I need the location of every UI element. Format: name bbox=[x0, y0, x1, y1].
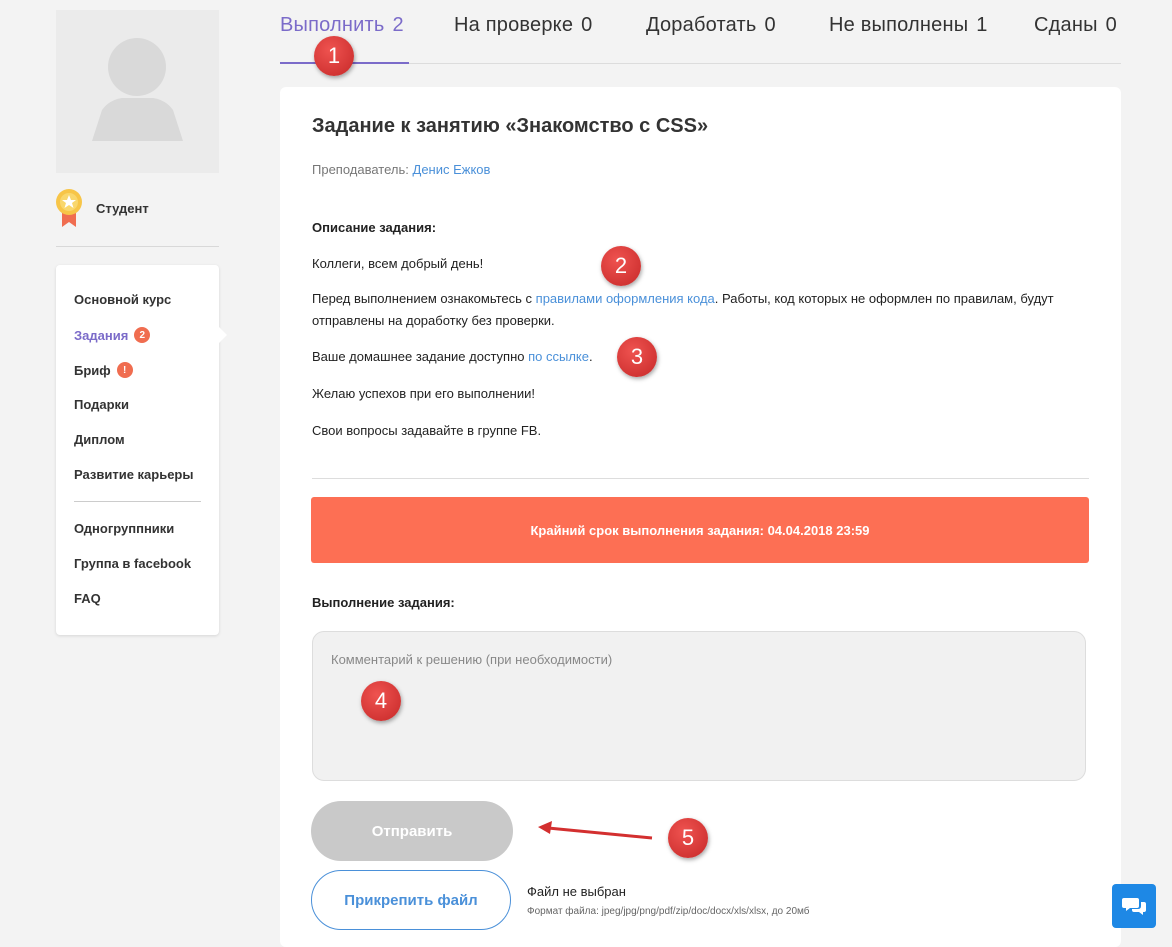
homework-text-before: Ваше домашнее задание доступно bbox=[312, 349, 525, 364]
brief-alert-badge: ! bbox=[116, 362, 133, 378]
sidebar-menu: Основной курс Задания 2 Бриф ! Подарки Д… bbox=[56, 265, 227, 635]
tab-count: 0 bbox=[764, 14, 776, 36]
sidebar-item-label: Подарки bbox=[74, 397, 130, 412]
questions-text: Свои вопросы задавайте в группе FB. bbox=[312, 423, 542, 438]
tab-label: Не выполнены bbox=[829, 14, 969, 36]
tab-label: Выполнить bbox=[280, 14, 385, 36]
sidebar-item-tasks[interactable]: Задания 2 bbox=[74, 327, 151, 343]
teacher-name-link[interactable]: Денис Ежков bbox=[413, 162, 491, 177]
sidebar-item-classmates[interactable]: Одногруппники bbox=[74, 521, 174, 536]
sidebar-divider bbox=[56, 246, 219, 247]
annotation-marker-4: 4 bbox=[361, 681, 401, 721]
homework-paragraph: Ваше домашнее задание доступно по ссылке… bbox=[312, 346, 1092, 368]
tab-label: На проверке bbox=[454, 14, 574, 36]
sidebar-item-label: Основной курс bbox=[74, 292, 172, 307]
role-label: Студент bbox=[96, 201, 149, 216]
file-format-hint: Формат файла: jpeg/jpg/png/pdf/zip/doc/d… bbox=[527, 906, 810, 917]
role-badge: Студент bbox=[56, 187, 219, 229]
tab-not-completed[interactable]: Не выполнены 1 bbox=[829, 14, 988, 37]
deadline-banner: Крайний срок выполнения задания: 04.04.2… bbox=[311, 497, 1089, 563]
sidebar-item-faq[interactable]: FAQ bbox=[74, 591, 101, 606]
section-divider bbox=[312, 478, 1089, 479]
code-style-rules-link[interactable]: правилами оформления кода bbox=[536, 291, 715, 306]
sidebar-item-label: FAQ bbox=[74, 591, 101, 606]
file-status: Файл не выбран bbox=[527, 884, 626, 899]
greeting-text: Коллеги, всем добрый день! bbox=[312, 256, 484, 271]
rules-text-before: Перед выполнением ознакомьтесь с bbox=[312, 291, 533, 306]
submit-button[interactable]: Отправить bbox=[311, 801, 513, 861]
tab-count: 0 bbox=[581, 14, 593, 36]
wish-text: Желаю успехов при его выполнении! bbox=[312, 386, 535, 401]
teacher-line: Преподаватель: Денис Ежков bbox=[312, 162, 490, 177]
annotation-marker-5: 5 bbox=[668, 818, 708, 858]
sidebar-item-diploma[interactable]: Диплом bbox=[74, 432, 125, 447]
tab-label: Сданы bbox=[1034, 14, 1098, 36]
sidebar-item-label: Одногруппники bbox=[74, 521, 175, 536]
sidebar-item-brief[interactable]: Бриф ! bbox=[74, 362, 133, 378]
tab-count: 0 bbox=[1105, 14, 1117, 36]
avatar bbox=[56, 10, 219, 173]
sidebar-item-label: Группа в facebook bbox=[74, 556, 192, 571]
avatar-placeholder-icon bbox=[92, 38, 183, 141]
tab-submitted[interactable]: Сданы 0 bbox=[1034, 14, 1117, 37]
menu-divider bbox=[74, 501, 201, 502]
sidebar-item-main-course[interactable]: Основной курс bbox=[74, 292, 171, 307]
homework-text-after: . bbox=[589, 349, 593, 364]
tasks-count-badge: 2 bbox=[134, 327, 151, 343]
description-heading: Описание задания: bbox=[312, 220, 437, 235]
teacher-label: Преподаватель: bbox=[312, 162, 409, 177]
medal-icon bbox=[56, 189, 82, 227]
sidebar-item-label: Бриф bbox=[74, 362, 111, 378]
sidebar-item-gifts[interactable]: Подарки bbox=[74, 397, 129, 412]
tab-to-do[interactable]: Выполнить 2 bbox=[280, 14, 404, 37]
tab-label: Доработать bbox=[646, 14, 757, 36]
chat-icon bbox=[1122, 898, 1146, 915]
task-status-tabs: Выполнить 2 На проверке 0 Доработать 0 Не в… bbox=[280, 0, 1121, 64]
homework-link[interactable]: по ссылке bbox=[528, 349, 589, 364]
sidebar-item-facebook-group[interactable]: Группа в facebook bbox=[74, 556, 191, 571]
sidebar-item-label: Задания bbox=[74, 327, 129, 343]
tab-needs-rework[interactable]: Доработать 0 bbox=[646, 14, 776, 37]
annotation-marker-1: 1 bbox=[314, 36, 354, 76]
attach-file-button[interactable]: Прикрепить файл bbox=[311, 870, 511, 930]
active-item-pointer bbox=[219, 327, 227, 343]
annotation-marker-3: 3 bbox=[617, 337, 657, 377]
solution-comment-field[interactable] bbox=[312, 631, 1086, 781]
sidebar-item-label: Диплом bbox=[74, 432, 125, 447]
tab-under-review[interactable]: На проверке 0 bbox=[454, 14, 592, 37]
rules-paragraph: Перед выполнением ознакомьтесь с правила… bbox=[312, 288, 1092, 332]
tab-count: 2 bbox=[392, 14, 404, 36]
chat-button[interactable] bbox=[1112, 884, 1156, 928]
annotation-marker-2: 2 bbox=[601, 246, 641, 286]
deadline-text: Крайний срок выполнения задания: 04.04.2… bbox=[530, 522, 870, 538]
sidebar-item-career[interactable]: Развитие карьеры bbox=[74, 467, 193, 482]
sidebar-item-label: Развитие карьеры bbox=[74, 467, 194, 482]
execution-heading: Выполнение задания: bbox=[312, 595, 455, 610]
task-card: Задание к занятию «Знакомство с CSS» Пре… bbox=[280, 87, 1121, 947]
annotation-arrow-icon bbox=[538, 821, 653, 840]
task-title: Задание к занятию «Знакомство с CSS» bbox=[312, 115, 709, 137]
tab-count: 1 bbox=[976, 14, 988, 36]
